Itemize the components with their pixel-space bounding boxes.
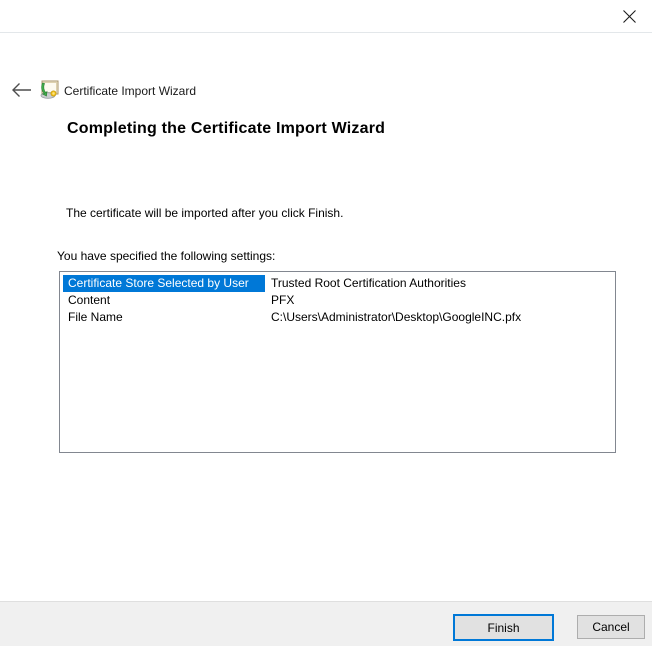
settings-row-file-name[interactable]: File Name C:\Users\Administrator\Desktop… bbox=[60, 309, 615, 326]
certificate-import-wizard-window: Certificate Import Wizard Completing the… bbox=[0, 0, 652, 646]
setting-value: Trusted Root Certification Authorities bbox=[271, 276, 466, 290]
close-button[interactable] bbox=[608, 0, 650, 32]
settings-row-content[interactable]: Content PFX bbox=[60, 292, 615, 309]
setting-name: Certificate Store Selected by User bbox=[63, 275, 265, 292]
wizard-header: Certificate Import Wizard bbox=[0, 34, 652, 99]
settings-row-certificate-store[interactable]: Certificate Store Selected by User Trust… bbox=[60, 275, 615, 292]
finish-button[interactable]: Finish bbox=[453, 614, 554, 641]
footer-bar bbox=[0, 601, 652, 646]
setting-value: PFX bbox=[271, 293, 295, 307]
titlebar bbox=[0, 0, 652, 33]
back-arrow-icon bbox=[11, 82, 33, 98]
certificate-import-wizard-icon bbox=[39, 80, 59, 99]
description-text: The certificate will be imported after y… bbox=[66, 206, 344, 220]
setting-name: File Name bbox=[68, 310, 123, 324]
settings-listbox[interactable]: Certificate Store Selected by User Trust… bbox=[59, 271, 616, 453]
setting-name: Content bbox=[68, 293, 111, 307]
cancel-button[interactable]: Cancel bbox=[577, 615, 645, 639]
settings-label: You have specified the following setting… bbox=[57, 249, 276, 263]
back-button[interactable] bbox=[8, 78, 36, 102]
setting-value: C:\Users\Administrator\Desktop\GoogleINC… bbox=[271, 310, 522, 324]
wizard-header-title: Certificate Import Wizard bbox=[64, 84, 197, 98]
page-title: Completing the Certificate Import Wizard bbox=[67, 120, 386, 137]
close-x-icon bbox=[622, 9, 637, 24]
